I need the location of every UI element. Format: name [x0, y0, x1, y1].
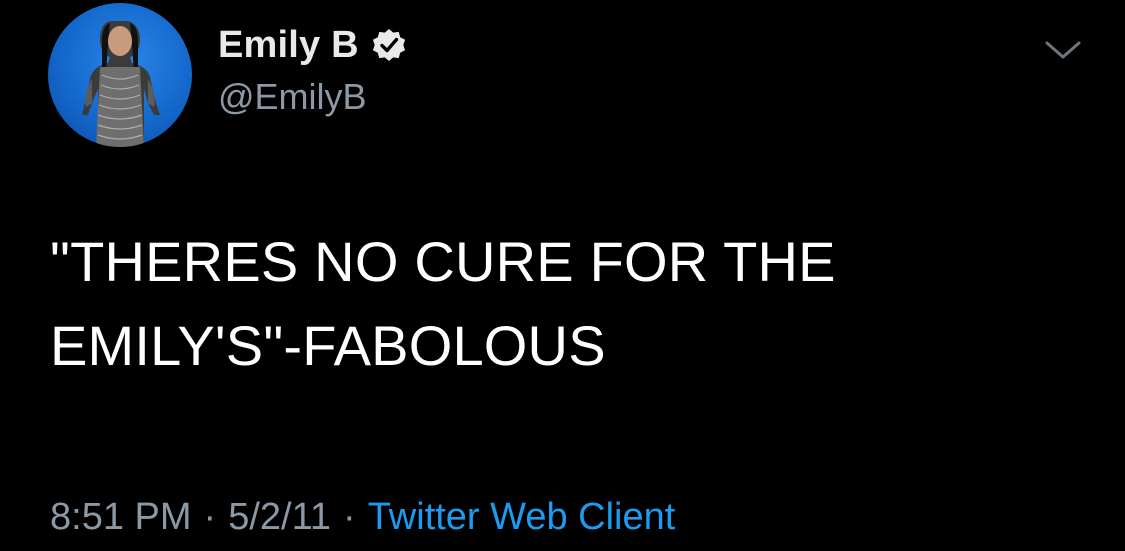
tweet-card: Emily B @EmilyB "THERES NO CURE FOR THE …	[0, 0, 1125, 551]
separator: ·	[343, 496, 356, 538]
display-name[interactable]: Emily B	[218, 24, 359, 67]
tweet-text-line: "THERES NO CURE FOR THE	[50, 230, 836, 293]
author-name-row[interactable]: Emily B	[218, 22, 409, 68]
author-handle[interactable]: @EmilyB	[218, 76, 367, 118]
separator: ·	[203, 496, 217, 538]
tweet-date[interactable]: 5/2/11	[228, 496, 331, 539]
tweet-metadata: 8:51 PM · 5/2/11 · Twitter Web Client	[50, 496, 675, 539]
chevron-down-icon[interactable]	[1043, 35, 1083, 65]
tweet-time[interactable]: 8:51 PM	[50, 496, 192, 539]
verified-badge-icon	[369, 25, 409, 65]
tweet-text-line: EMILY'S"-FABOLOUS	[50, 314, 606, 377]
avatar[interactable]	[48, 3, 192, 147]
tweet-source-link[interactable]: Twitter Web Client	[368, 496, 676, 539]
tweet-text: "THERES NO CURE FOR THE EMILY'S"-FABOLOU…	[50, 220, 1090, 388]
profile-photo	[82, 21, 160, 147]
